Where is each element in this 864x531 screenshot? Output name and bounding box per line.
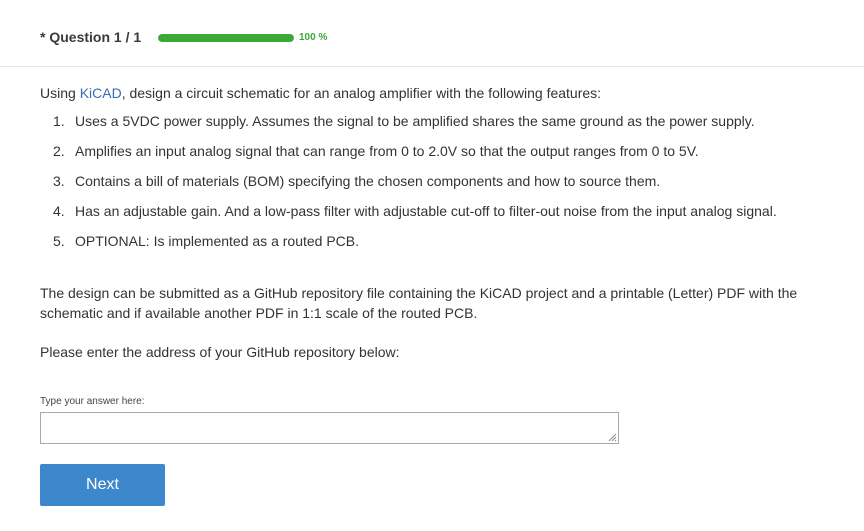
intro-suffix: , design a circuit schematic for an anal… [121, 85, 602, 101]
answer-input[interactable] [40, 412, 619, 444]
progress-bar [158, 34, 294, 42]
progress-percent-label: 100 % [299, 32, 328, 43]
question-counter: * Question 1 / 1 [40, 29, 142, 45]
list-item-number: 1. [53, 113, 65, 129]
list-item-text: OPTIONAL: Is implemented as a routed PCB… [75, 233, 360, 249]
list-item-number: 3. [53, 173, 65, 189]
list-item-number: 4. [53, 203, 65, 219]
question-header: * Question 1 / 1 100 % [0, 0, 864, 67]
list-item: 5. OPTIONAL: Is implemented as a routed P… [40, 226, 840, 256]
list-item: 3. Contains a bill of materials (BOM) spe… [40, 166, 840, 196]
question-body: Using KiCAD, design a circuit schematic … [40, 84, 840, 362]
list-item-text: Contains a bill of materials (BOM) speci… [75, 173, 661, 189]
list-item-number: 2. [53, 143, 65, 159]
progress-bar-fill [158, 34, 294, 42]
list-item-text: Uses a 5VDC power supply. Assumes the si… [75, 113, 755, 129]
kicad-link[interactable]: KiCAD [80, 85, 122, 101]
list-item-text: Has an adjustable gain. And a low-pass f… [75, 203, 777, 219]
intro-prefix: Using [40, 85, 80, 101]
submission-instructions: The design can be submitted as a GitHub … [40, 285, 798, 321]
answer-field-label: Type your answer here: [40, 396, 145, 407]
next-button[interactable]: Next [40, 464, 165, 506]
list-item: 2. Amplifies an input analog signal that … [40, 136, 840, 166]
question-intro: Using KiCAD, design a circuit schematic … [40, 84, 840, 103]
list-item-number: 5. [53, 233, 65, 249]
list-item-text: Amplifies an input analog signal that ca… [75, 143, 699, 159]
list-item: 1. Uses a 5VDC power supply. Assumes the … [40, 106, 840, 136]
feature-list: 1. Uses a 5VDC power supply. Assumes the … [40, 106, 840, 256]
list-item: 4. Has an adjustable gain. And a low-pass… [40, 196, 840, 226]
answer-prompt: Please enter the address of your GitHub … [40, 344, 400, 360]
